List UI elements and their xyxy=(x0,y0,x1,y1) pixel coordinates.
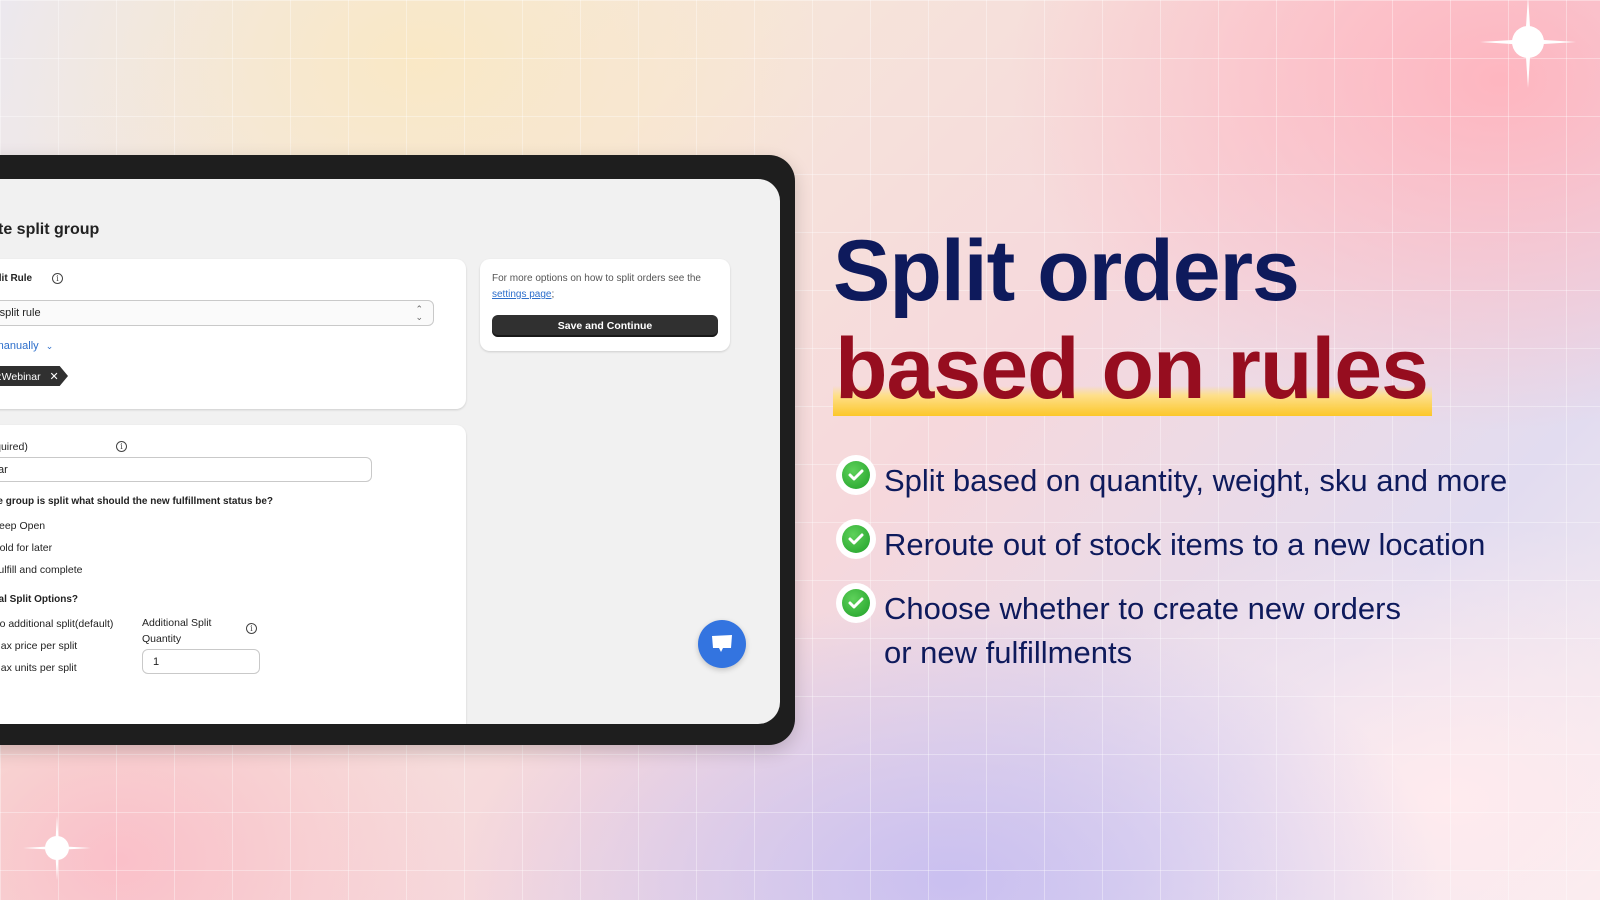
rule-tag-label: Type:Webinar xyxy=(0,371,41,383)
chat-button[interactable] xyxy=(698,620,746,668)
split-rule-select[interactable]: Add split rule ⌃⌄ xyxy=(0,300,434,326)
settings-page-link[interactable]: settings page xyxy=(492,289,552,300)
chat-bubble-icon xyxy=(712,635,732,652)
info-icon[interactable]: i xyxy=(52,273,63,284)
rule-tag: Type:Webinar ✕ xyxy=(0,366,68,386)
tablet-device: Update split group Split Rule i Add spli… xyxy=(0,155,795,745)
page-title: Update split group xyxy=(0,221,100,238)
split-rule-label: Split Rule xyxy=(0,273,33,284)
side-help-suffix: ; xyxy=(551,289,555,300)
save-and-continue-button[interactable]: Save and Continue xyxy=(492,315,718,337)
additional-option[interactable]: No additional split(default) xyxy=(0,618,113,630)
additional-option[interactable]: Max units per split xyxy=(0,662,77,674)
headline-line2: based on rules xyxy=(833,322,1432,416)
status-option[interactable]: Fulfill and complete xyxy=(0,564,82,576)
headline-line1: Split orders xyxy=(833,223,1300,319)
app-screen: Update split group Split Rule i Add spli… xyxy=(0,179,780,724)
feature-text: Choose whether to create new orders or n… xyxy=(884,587,1401,675)
sparkle-icon xyxy=(23,816,91,880)
quantity-label-line2: Quantity xyxy=(142,633,182,645)
status-option[interactable]: Keep Open xyxy=(0,520,45,532)
remove-tag-icon[interactable]: ✕ xyxy=(50,371,59,383)
chevron-updown-icon: ⌃ ⌄ xyxy=(415,304,423,322)
sparkle-icon xyxy=(1480,0,1576,88)
feature-text-line2: or new fulfillments xyxy=(884,635,1133,670)
group-name-label: Split group name (required) xyxy=(0,441,28,453)
add-manually-link[interactable]: Add manually ⌄ xyxy=(0,340,53,352)
chevron-down-icon: ⌄ xyxy=(45,341,54,351)
quantity-label-line1: Additional Split xyxy=(142,617,212,629)
check-circle-icon xyxy=(836,455,876,495)
info-icon[interactable]: i xyxy=(246,623,257,634)
status-question: When the group is split what should the … xyxy=(0,496,274,507)
side-card: For more options on how to split orders … xyxy=(480,259,730,351)
group-name-input[interactable]: Webinar xyxy=(0,457,372,482)
additional-options-title: Additional Split Options? xyxy=(0,594,78,605)
feature-text-line1: Choose whether to create new orders xyxy=(884,591,1401,626)
check-circle-icon xyxy=(836,583,876,623)
split-group-card: Split group name (required) i Webinar Wh… xyxy=(0,425,466,724)
side-help-text: For more options on how to split orders … xyxy=(492,271,720,303)
feature-text: Split based on quantity, weight, sku and… xyxy=(884,463,1508,498)
split-rule-card: Split Rule i Add split rule ⌃⌄ Add manua… xyxy=(0,259,466,409)
side-help-prefix: For more options on how to split orders … xyxy=(492,273,701,284)
quantity-input[interactable]: 1 xyxy=(142,649,260,674)
add-manually-label: Add manually xyxy=(0,340,39,352)
info-icon[interactable]: i xyxy=(116,441,127,452)
feature-text: Reroute out of stock items to a new loca… xyxy=(884,527,1486,562)
additional-option[interactable]: Max price per split xyxy=(0,640,77,652)
split-rule-select-value: Add split rule xyxy=(0,307,41,319)
quantity-label: Additional Split Quantity xyxy=(142,615,211,647)
status-option[interactable]: Hold for later xyxy=(0,542,52,554)
check-circle-icon xyxy=(836,519,876,559)
